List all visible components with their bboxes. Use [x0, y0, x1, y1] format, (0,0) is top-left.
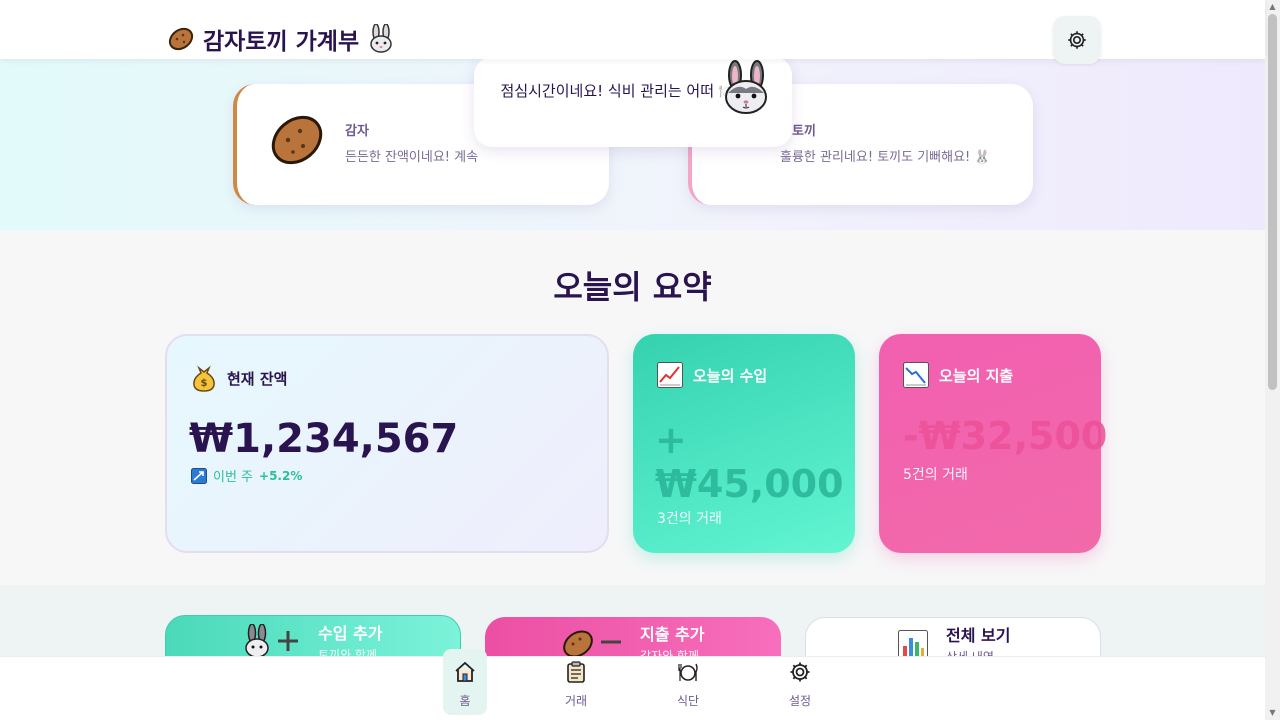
income-amount: + ₩45,000 — [655, 418, 844, 506]
plus-icon — [278, 631, 298, 651]
trend-up-icon — [191, 467, 207, 484]
nav-label-meals: 식단 — [676, 694, 700, 708]
potato-name: 감자 — [345, 124, 369, 139]
balance-card-header: $ 현재 잔액 — [191, 364, 287, 392]
bunny-icon — [725, 60, 767, 114]
scroll-up-arrow[interactable]: ▲ — [1268, 3, 1277, 11]
app-header: 감자토끼 가계부 — [0, 0, 1265, 64]
bunny-icon — [370, 24, 392, 53]
expense-label: 오늘의 지출 — [939, 366, 1014, 385]
clipboard-icon — [567, 661, 585, 683]
bunny-message: 훌륭한 관리네요! 토끼도 기뻐해요! 🐰 — [780, 150, 991, 165]
nav-item-home[interactable]: 홈 — [443, 649, 487, 715]
balance-card[interactable]: $ 현재 잔액 ₩1,234,567 이번 주 +5.2% — [165, 334, 609, 553]
income-count: 3건의 거래 — [657, 511, 722, 527]
view-all-title: 전체 보기 — [946, 626, 1011, 645]
income-label: 오늘의 수입 — [693, 366, 768, 385]
income-card[interactable]: 오늘의 수입 + ₩45,000 3건의 거래 — [633, 334, 855, 553]
nav-item-transactions[interactable]: 거래 — [554, 649, 598, 715]
income-card-header: 오늘의 수입 — [657, 362, 767, 388]
chart-up-icon — [657, 362, 683, 388]
add-income-icons — [242, 624, 300, 658]
gear-icon — [1068, 31, 1086, 49]
scroll-down-arrow[interactable]: ▼ — [1268, 709, 1277, 717]
nav-item-settings[interactable]: 설정 — [778, 649, 822, 715]
summary-title: 오늘의 요약 — [553, 268, 712, 306]
scrollbar-thumb[interactable] — [1268, 14, 1277, 390]
nav-label-home: 홈 — [459, 694, 471, 708]
expense-card[interactable]: 오늘의 지출 -₩32,500 5건의 거래 — [879, 334, 1107, 553]
header-settings-button[interactable] — [1053, 16, 1101, 64]
balance-amount: ₩1,234,567 — [189, 416, 459, 462]
bunny-icon — [245, 624, 269, 658]
expense-count: 5건의 거래 — [903, 467, 968, 483]
nav-label-settings: 설정 — [788, 694, 812, 708]
speech-bubble: 점심시간이네요! 식비 관리는 어떠 🍽️ — [474, 49, 792, 147]
balance-label: 현재 잔액 — [227, 369, 288, 388]
potato-message: 든든한 잔액이네요! 계속 — [345, 150, 479, 165]
potato-icon — [271, 115, 323, 165]
balance-trend: 이번 주 +5.2% — [191, 466, 302, 485]
plate-icon — [678, 663, 698, 681]
gear-icon — [790, 662, 810, 682]
expense-amount: -₩32,500 — [903, 414, 1108, 458]
speech-bubble-text: 점심시간이네요! 식비 관리는 어떠 🍽️ — [500, 82, 738, 100]
trend-value: +5.2% — [259, 468, 303, 483]
nav-item-meals[interactable]: 식단 — [666, 649, 710, 715]
potato-icon — [168, 27, 194, 51]
home-icon — [455, 661, 475, 682]
bunny-name: 토끼 — [792, 124, 816, 139]
nav-label-transactions: 거래 — [564, 694, 588, 708]
add-expense-title: 지출 추가 — [640, 625, 705, 644]
app-brand: 감자토끼 가계부 — [167, 22, 395, 56]
expense-card-header: 오늘의 지출 — [903, 362, 1013, 388]
minus-icon — [601, 640, 621, 644]
bottom-navigation: 홈 거래 식단 설정 — [0, 649, 1265, 720]
add-income-title: 수입 추가 — [318, 624, 383, 643]
svg-text:$: $ — [201, 378, 208, 389]
chart-down-icon — [903, 362, 929, 388]
money-bag-icon: $ — [193, 365, 215, 392]
trend-label: 이번 주 — [213, 470, 254, 485]
app-title: 감자토끼 가계부 — [203, 29, 360, 55]
